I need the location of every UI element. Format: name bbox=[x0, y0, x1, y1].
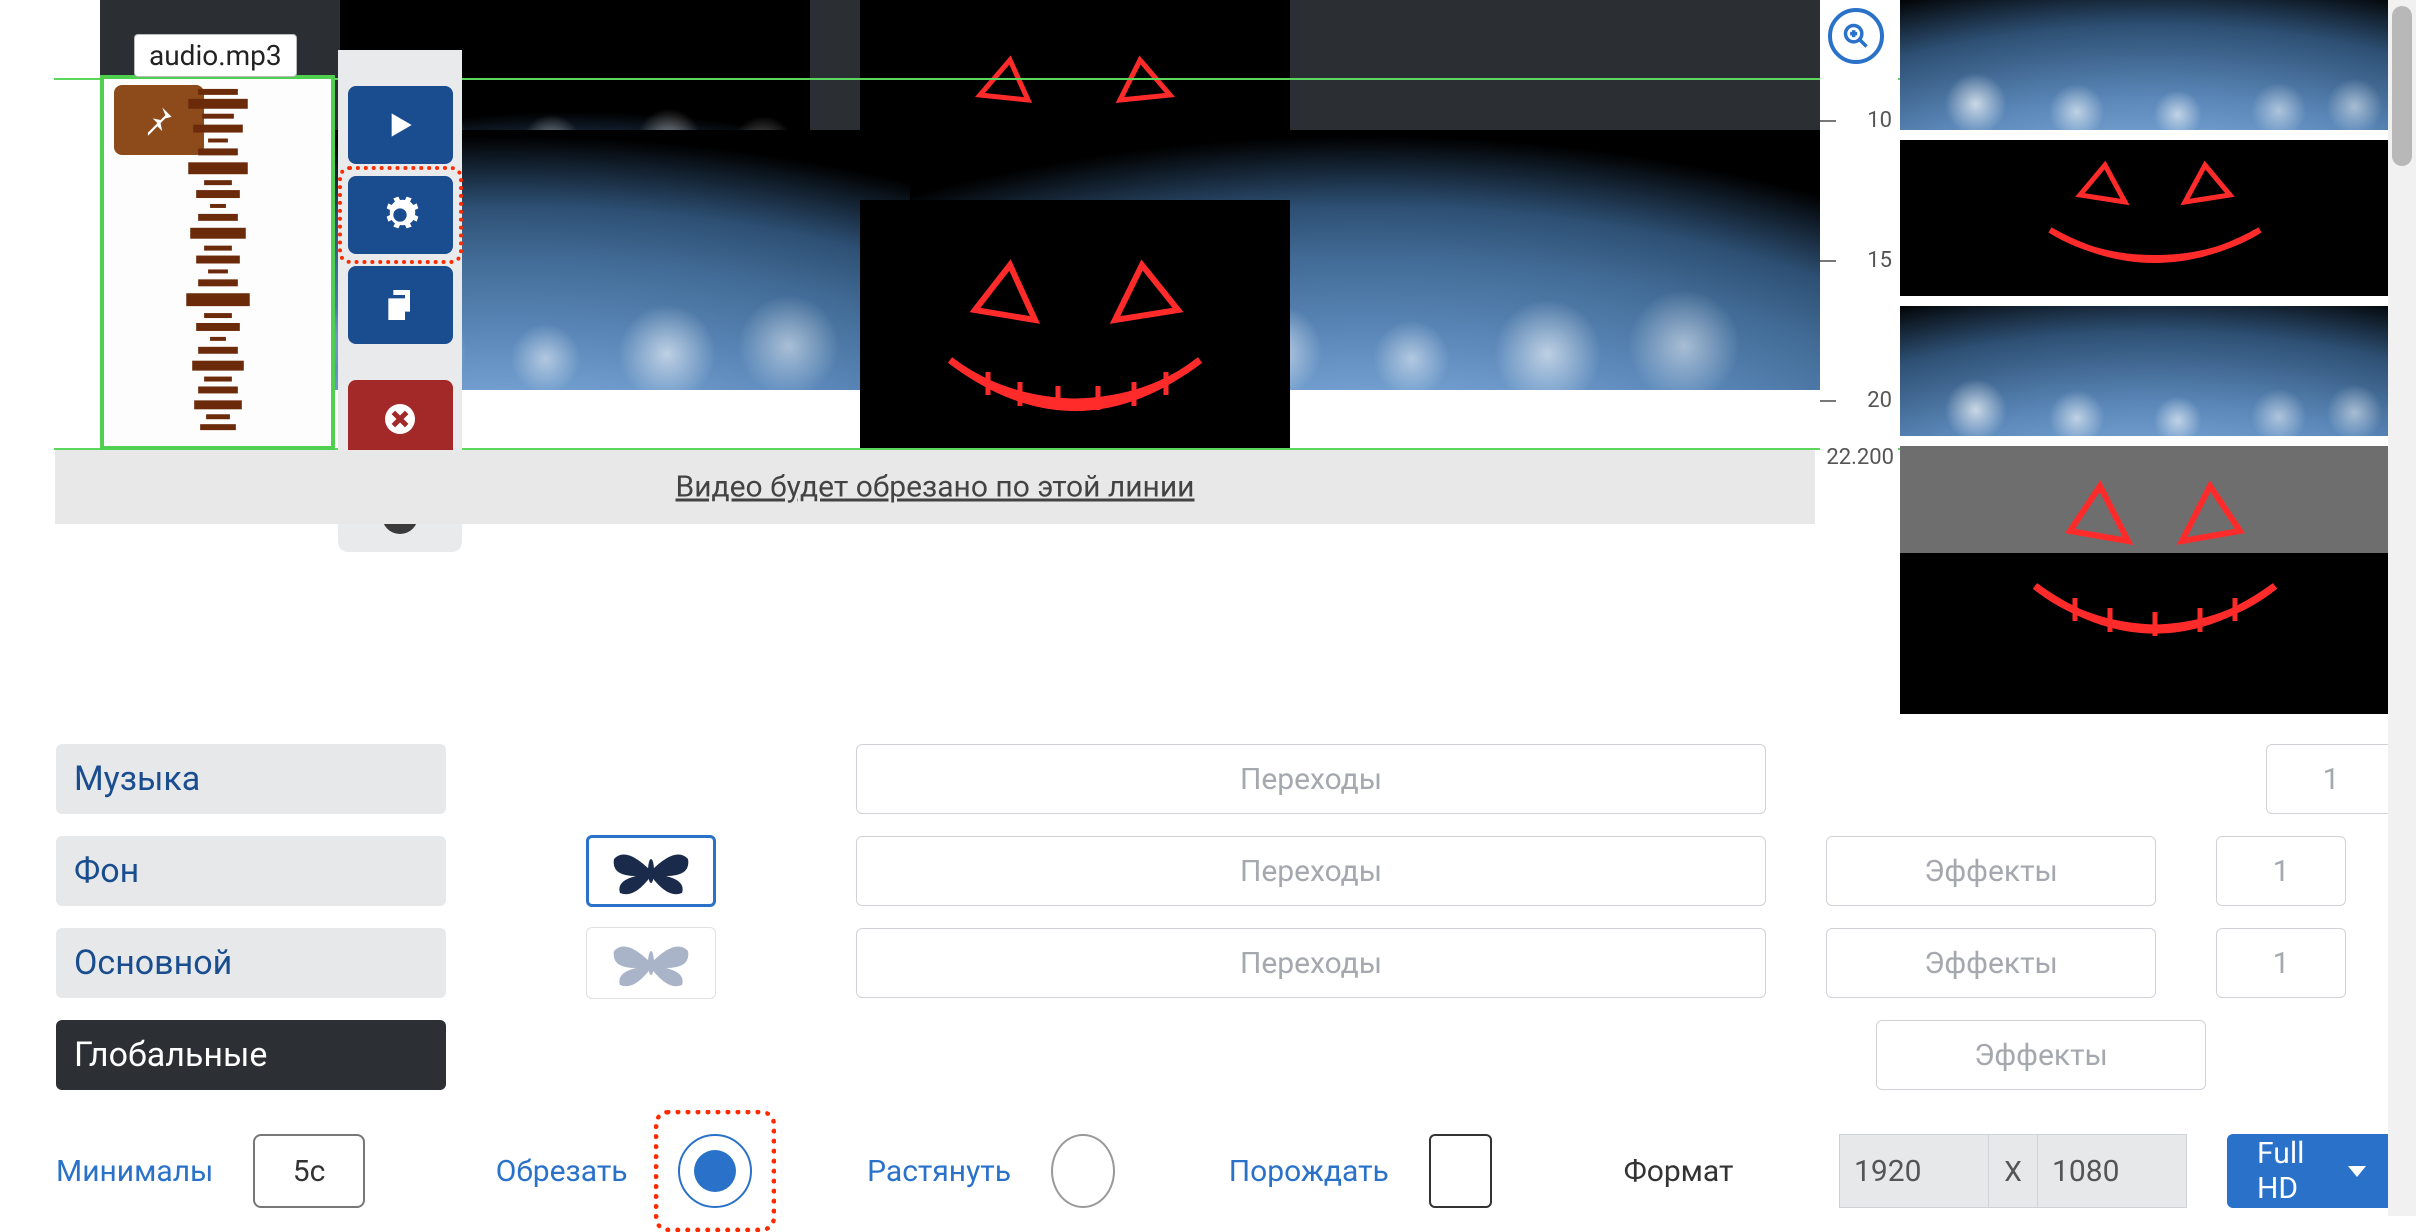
row-count[interactable]: 1 bbox=[2266, 744, 2396, 814]
settings-row-music: Музыка Переходы 1 bbox=[56, 740, 2396, 818]
effects-button[interactable]: Эффекты bbox=[1876, 1020, 2206, 1090]
gear-icon bbox=[380, 195, 420, 235]
row-count[interactable]: 1 bbox=[2216, 928, 2346, 998]
settings-row-main: Основной Переходы Эффекты 1 bbox=[56, 924, 2396, 1002]
devil-face-graphic bbox=[1900, 140, 2405, 296]
preset-label: Full HD bbox=[2257, 1136, 2334, 1206]
close-circle-icon bbox=[380, 399, 420, 439]
butterfly-icon bbox=[606, 841, 696, 901]
trim-info-zone: Видео будет обрезано по этой линии bbox=[55, 450, 1815, 524]
play-button[interactable] bbox=[348, 86, 453, 164]
preview-thumb[interactable] bbox=[1900, 0, 2405, 130]
bottom-controls: Минималы 5с Обрезать Растянуть Порождать… bbox=[56, 1124, 2396, 1218]
timeline-area: audio.mp3 bbox=[0, 0, 2416, 730]
width-input[interactable]: 1920 bbox=[1839, 1134, 1989, 1208]
transitions-button[interactable]: Переходы bbox=[856, 836, 1766, 906]
chevron-down-icon bbox=[2348, 1166, 2366, 1177]
row-label-music[interactable]: Музыка bbox=[56, 744, 446, 814]
trim-radio[interactable] bbox=[678, 1134, 752, 1208]
clip-settings-button[interactable] bbox=[348, 176, 453, 254]
delete-button[interactable] bbox=[348, 380, 453, 458]
copy-button[interactable] bbox=[348, 266, 453, 344]
spawn-checkbox[interactable] bbox=[1429, 1134, 1493, 1208]
audio-clip-filename: audio.mp3 bbox=[134, 34, 297, 77]
min-duration-label: Минималы bbox=[56, 1154, 213, 1189]
format-label: Формат bbox=[1624, 1154, 1734, 1189]
dimension-separator: X bbox=[1989, 1134, 2037, 1208]
transitions-button[interactable]: Переходы bbox=[856, 928, 1766, 998]
ruler-tick: 20 bbox=[1867, 388, 1892, 413]
spawn-option-label: Порождать bbox=[1229, 1154, 1389, 1189]
zoom-in-icon bbox=[1842, 22, 1870, 50]
radio-dot bbox=[694, 1150, 736, 1192]
vertical-scrollbar[interactable] bbox=[2388, 0, 2416, 1216]
ruler-tick: 15 bbox=[1867, 248, 1892, 273]
preview-column bbox=[1900, 0, 2410, 724]
preview-thumb[interactable] bbox=[1900, 140, 2405, 296]
zoom-in-button[interactable] bbox=[1828, 8, 1884, 64]
height-input[interactable]: 1080 bbox=[2037, 1134, 2187, 1208]
row-label-background[interactable]: Фон bbox=[56, 836, 446, 906]
play-icon bbox=[380, 105, 420, 145]
trim-message: Видео будет обрезано по этой линии bbox=[676, 470, 1195, 505]
audio-clip-selected[interactable]: audio.mp3 bbox=[100, 75, 335, 450]
row-count[interactable]: 1 bbox=[2216, 836, 2346, 906]
transitions-button[interactable]: Переходы bbox=[856, 744, 1766, 814]
scrollbar-thumb[interactable] bbox=[2392, 6, 2412, 166]
row-label-main[interactable]: Основной bbox=[56, 928, 446, 998]
copy-icon bbox=[380, 285, 420, 325]
ruler-end-label: 22.200 bbox=[1826, 445, 1894, 470]
trim-option-label: Обрезать bbox=[496, 1154, 628, 1189]
layer-thumbnail[interactable] bbox=[586, 835, 716, 907]
layer-thumbnail[interactable] bbox=[586, 927, 716, 999]
preview-thumb[interactable] bbox=[1900, 306, 2405, 436]
butterfly-icon bbox=[606, 933, 696, 993]
devil-face-graphic bbox=[1900, 446, 2405, 714]
audio-waveform bbox=[168, 79, 268, 446]
timeline-ruler: 10 15 20 22.200 bbox=[1820, 0, 1898, 470]
effects-button[interactable]: Эффекты bbox=[1826, 836, 2156, 906]
trim-radio-wrap bbox=[668, 1124, 762, 1218]
resolution-preset-dropdown[interactable]: Full HD bbox=[2227, 1134, 2396, 1208]
ruler-tick: 10 bbox=[1867, 108, 1892, 133]
stretch-radio[interactable] bbox=[1051, 1134, 1115, 1208]
min-duration-input[interactable]: 5с bbox=[253, 1134, 364, 1208]
settings-row-background: Фон Переходы Эффекты 1 bbox=[56, 832, 2396, 910]
settings-panel: Музыка Переходы 1 Фон Переходы Эффекты 1… bbox=[56, 740, 2396, 1108]
effects-button[interactable]: Эффекты bbox=[1826, 928, 2156, 998]
stretch-option-label: Растянуть bbox=[867, 1154, 1011, 1189]
preview-thumb[interactable] bbox=[1900, 446, 2405, 714]
devil-face-graphic bbox=[860, 200, 1290, 460]
settings-row-global: Глобальные Эффекты bbox=[56, 1016, 2396, 1094]
row-label-global[interactable]: Глобальные bbox=[56, 1020, 446, 1090]
video-frame-devil-mid[interactable] bbox=[860, 200, 1290, 460]
